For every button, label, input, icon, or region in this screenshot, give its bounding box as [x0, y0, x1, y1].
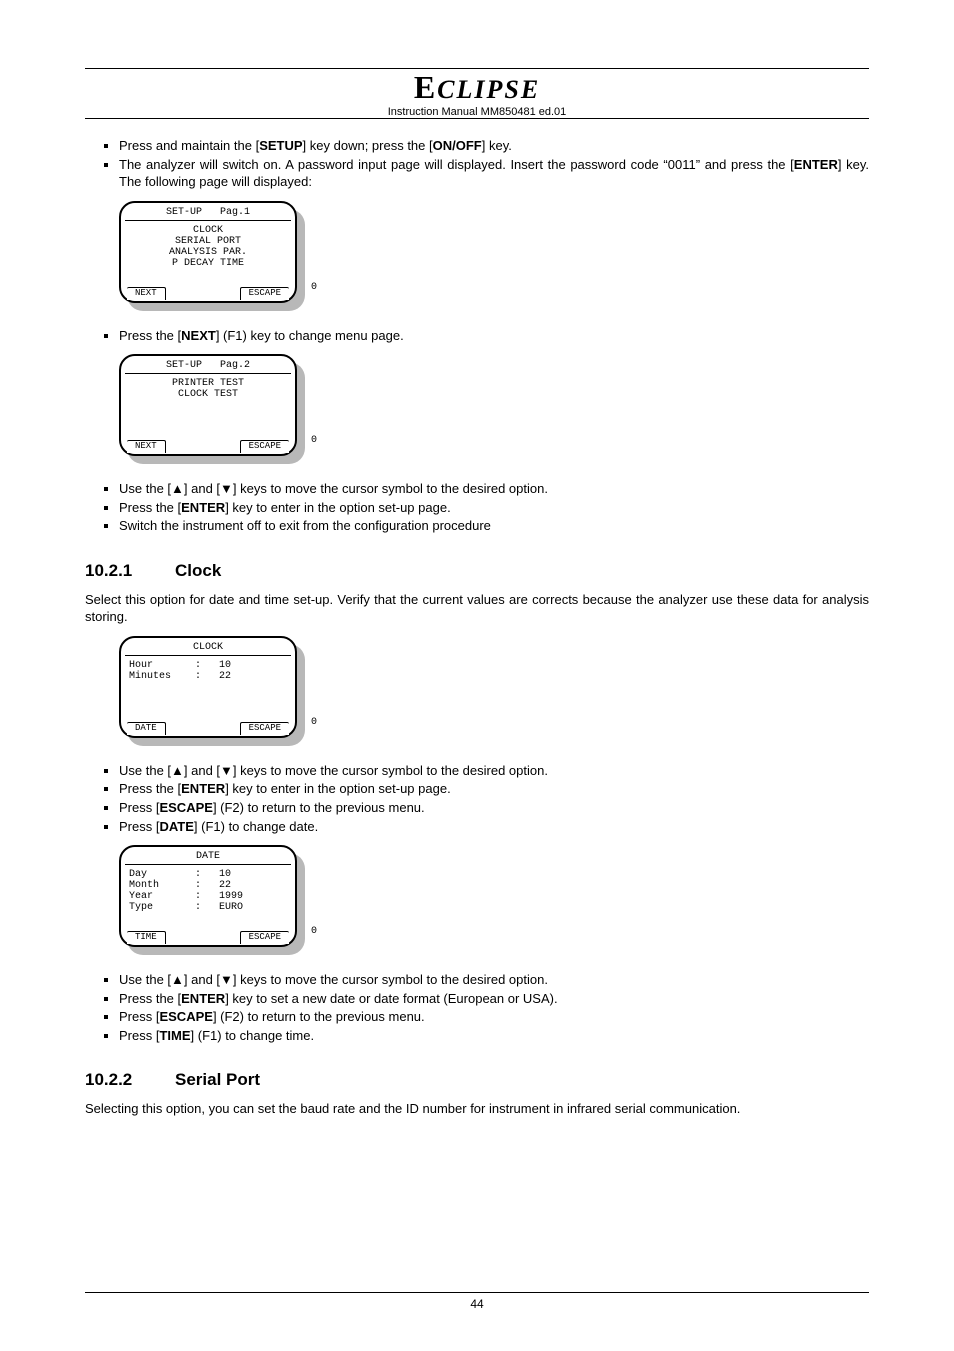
lcd-title-left: SET-UP [166, 360, 202, 371]
lcd-body: Hour : 10 Minutes : 22 [129, 658, 287, 722]
lcd-zero-mark: 0 [311, 282, 317, 293]
lcd-body: Day : 10 Month : 22 Year : 1999 Type : E… [129, 867, 287, 931]
lcd-title-right: Pag.1 [220, 207, 250, 218]
bullet-item: Press the [ENTER] key to enter in the op… [119, 499, 869, 517]
bullet-item: Press the [ENTER] key to set a new date … [119, 990, 869, 1008]
lcd-escape-button[interactable]: ESCAPE [240, 722, 289, 735]
lcd-zero-mark: 0 [311, 717, 317, 728]
bullet-item: Use the [▲] and [▼] keys to move the cur… [119, 480, 869, 498]
header-subtitle: Instruction Manual MM850481 ed.01 [85, 106, 869, 119]
lcd-title: CLOCK [125, 642, 291, 656]
bullets-after3: Use the [▲] and [▼] keys to move the cur… [85, 762, 869, 835]
lcd-screen-setup-pag2: SET-UP Pag.2 PRINTER TEST CLOCK TEST NEX… [119, 354, 309, 468]
clock-paragraph: Select this option for date and time set… [85, 591, 869, 626]
lcd-zero-mark: 0 [311, 435, 317, 446]
lcd-escape-button[interactable]: ESCAPE [240, 440, 289, 453]
bullets-next: Press the [NEXT] (F1) key to change menu… [85, 327, 869, 345]
lcd-screen-date: DATE Day : 10 Month : 22 Year : 1999 Typ… [119, 845, 309, 959]
lcd-date-button[interactable]: DATE [127, 722, 166, 735]
lcd-body: PRINTER TEST CLOCK TEST [129, 376, 287, 440]
bullet-item: Use the [▲] and [▼] keys to move the cur… [119, 971, 869, 989]
serial-paragraph: Selecting this option, you can set the b… [85, 1100, 869, 1118]
section-heading-serial: 10.2.2Serial Port [85, 1070, 869, 1090]
lcd-next-button[interactable]: NEXT [127, 287, 166, 300]
lcd-screen-clock: CLOCK Hour : 10 Minutes : 22 DATE ESCAPE… [119, 636, 309, 750]
lcd-escape-button[interactable]: ESCAPE [240, 287, 289, 300]
brand-logo: EECLIPSECLIPSE [85, 69, 869, 106]
lcd-title-left: SET-UP [166, 207, 202, 218]
page-number: 44 [0, 1297, 954, 1311]
bullet-item: Press [DATE] (F1) to change date. [119, 818, 869, 836]
page-footer: 44 [0, 1292, 954, 1311]
page-header: EECLIPSECLIPSE Instruction Manual MM8504… [85, 68, 869, 119]
bullet-item: The analyzer will switch on. A password … [119, 156, 869, 191]
bullets-after4: Use the [▲] and [▼] keys to move the cur… [85, 971, 869, 1044]
lcd-body: CLOCK SERIAL PORT ANALYSIS PAR. P DECAY … [129, 223, 287, 287]
content-body: Press and maintain the [SETUP] key down;… [85, 137, 869, 1118]
bullet-item: Switch the instrument off to exit from t… [119, 517, 869, 535]
bullet-item: Use the [▲] and [▼] keys to move the cur… [119, 762, 869, 780]
section-heading-clock: 10.2.1Clock [85, 561, 869, 581]
lcd-next-button[interactable]: NEXT [127, 440, 166, 453]
bullets-after2: Use the [▲] and [▼] keys to move the cur… [85, 480, 869, 535]
lcd-zero-mark: 0 [311, 926, 317, 937]
lcd-title-right: Pag.2 [220, 360, 250, 371]
bullet-item: Press [ESCAPE] (F2) to return to the pre… [119, 1008, 869, 1026]
lcd-screen-setup-pag1: SET-UP Pag.1 CLOCK SERIAL PORT ANALYSIS … [119, 201, 309, 315]
bullet-item: Press the [NEXT] (F1) key to change menu… [119, 327, 869, 345]
lcd-title: DATE [125, 851, 291, 865]
bullet-item: Press [TIME] (F1) to change time. [119, 1027, 869, 1045]
bullet-item: Press the [ENTER] key to enter in the op… [119, 780, 869, 798]
bullet-item: Press [ESCAPE] (F2) to return to the pre… [119, 799, 869, 817]
intro-bullets: Press and maintain the [SETUP] key down;… [85, 137, 869, 191]
lcd-time-button[interactable]: TIME [127, 931, 166, 944]
lcd-escape-button[interactable]: ESCAPE [240, 931, 289, 944]
bullet-item: Press and maintain the [SETUP] key down;… [119, 137, 869, 155]
